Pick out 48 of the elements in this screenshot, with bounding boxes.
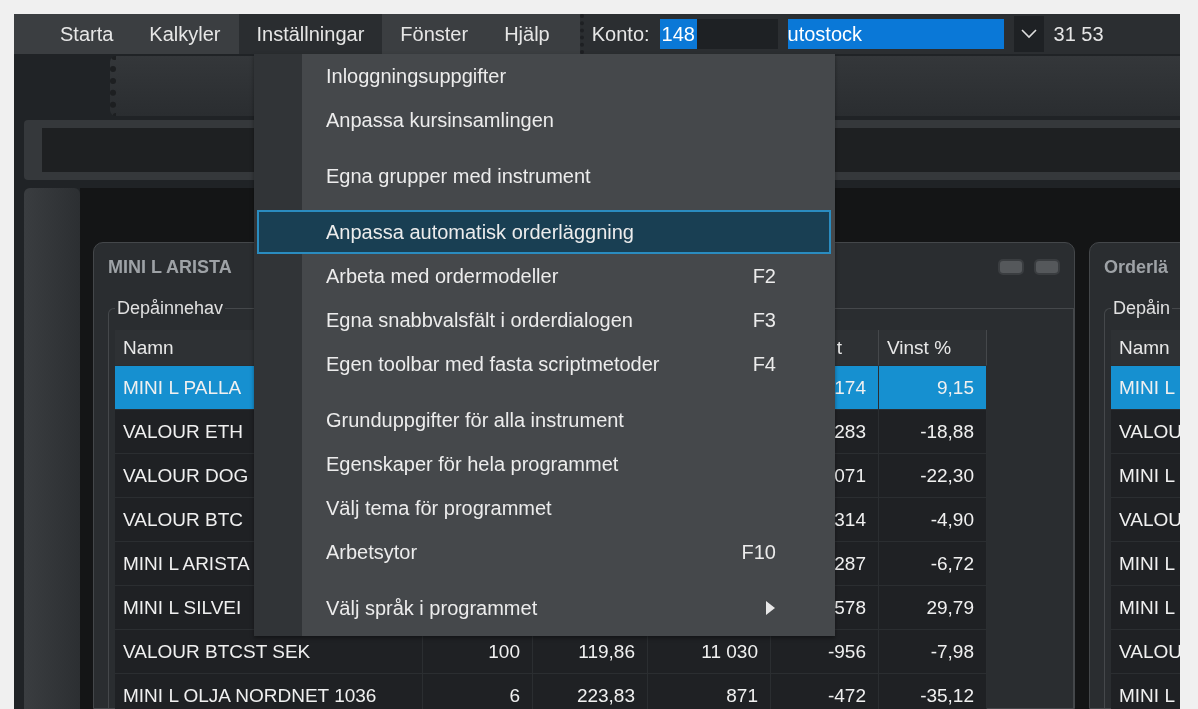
table-cell: 223,83 [533,674,648,709]
table-cell: VALOUR BTCST SEK [115,630,423,674]
table-cell: -472 [771,674,879,709]
window-title: Orderlä [1104,256,1169,278]
table-cell: -18,88 [879,410,987,454]
table-cell: -7,98 [879,630,987,674]
table-cell: -22,30 [879,454,987,498]
table-cell: MINI L [1111,542,1180,586]
column-header[interactable]: Vinst % [879,330,987,366]
account-balance: 31 53 [1053,22,1104,46]
menu-item[interactable]: Anpassa kursinsamlingen [257,98,831,142]
table-cell: -35,12 [879,674,987,709]
account-number-field[interactable]: 148 [659,19,778,49]
menu-title[interactable]: Kalkyler [131,14,239,54]
table-cell: MINI L [1111,674,1180,709]
menu-item[interactable]: Inloggningsuppgifter [257,54,831,98]
menu-item[interactable]: Egna grupper med instrument [257,154,831,198]
table-cell: VALOU [1111,630,1180,674]
group-title: Depåin [1112,298,1172,319]
group-title: Depåinnehav [116,298,225,319]
menu-title[interactable]: Fönster [382,14,487,54]
menu-item[interactable]: Egna snabbvalsfält i orderdialogen F3 [257,298,831,342]
menu-item[interactable]: Arbeta med ordermodeller F2 [257,254,831,298]
table-cell: 6 [423,674,533,709]
account-label: Konto: [591,22,650,46]
chevron-down-icon [1020,29,1037,39]
window-button[interactable] [1034,259,1060,275]
table-cell: MINI L [1111,366,1180,410]
dropdown-button[interactable] [1013,16,1044,52]
menu-item[interactable]: Anpassa automatisk orderläggning [257,210,831,254]
column-header[interactable]: Namn [1111,330,1180,366]
table-cell: VALOU [1111,410,1180,454]
table-cell: -6,72 [879,542,987,586]
table-cell: MINI L OLJA NORDNET 1036 [115,674,423,709]
menu-title[interactable]: Hjälp [486,14,568,54]
menu-title[interactable]: Inställningar [238,14,383,54]
account-name-field[interactable]: utostock [787,19,1004,49]
window-title: MINI L ARISTA [108,256,232,278]
table-cell: VALOU [1111,498,1180,542]
table-cell: 9,15 [879,366,987,410]
menu-title[interactable]: Starta [42,14,132,54]
table-cell: 871 [648,674,771,709]
table-cell: MINI L [1111,454,1180,498]
table-cell: 29,79 [879,586,987,630]
table-cell: -956 [771,630,879,674]
window-button[interactable] [998,259,1024,275]
table-cell: MINI L [1111,586,1180,630]
table-cell: -4,90 [879,498,987,542]
